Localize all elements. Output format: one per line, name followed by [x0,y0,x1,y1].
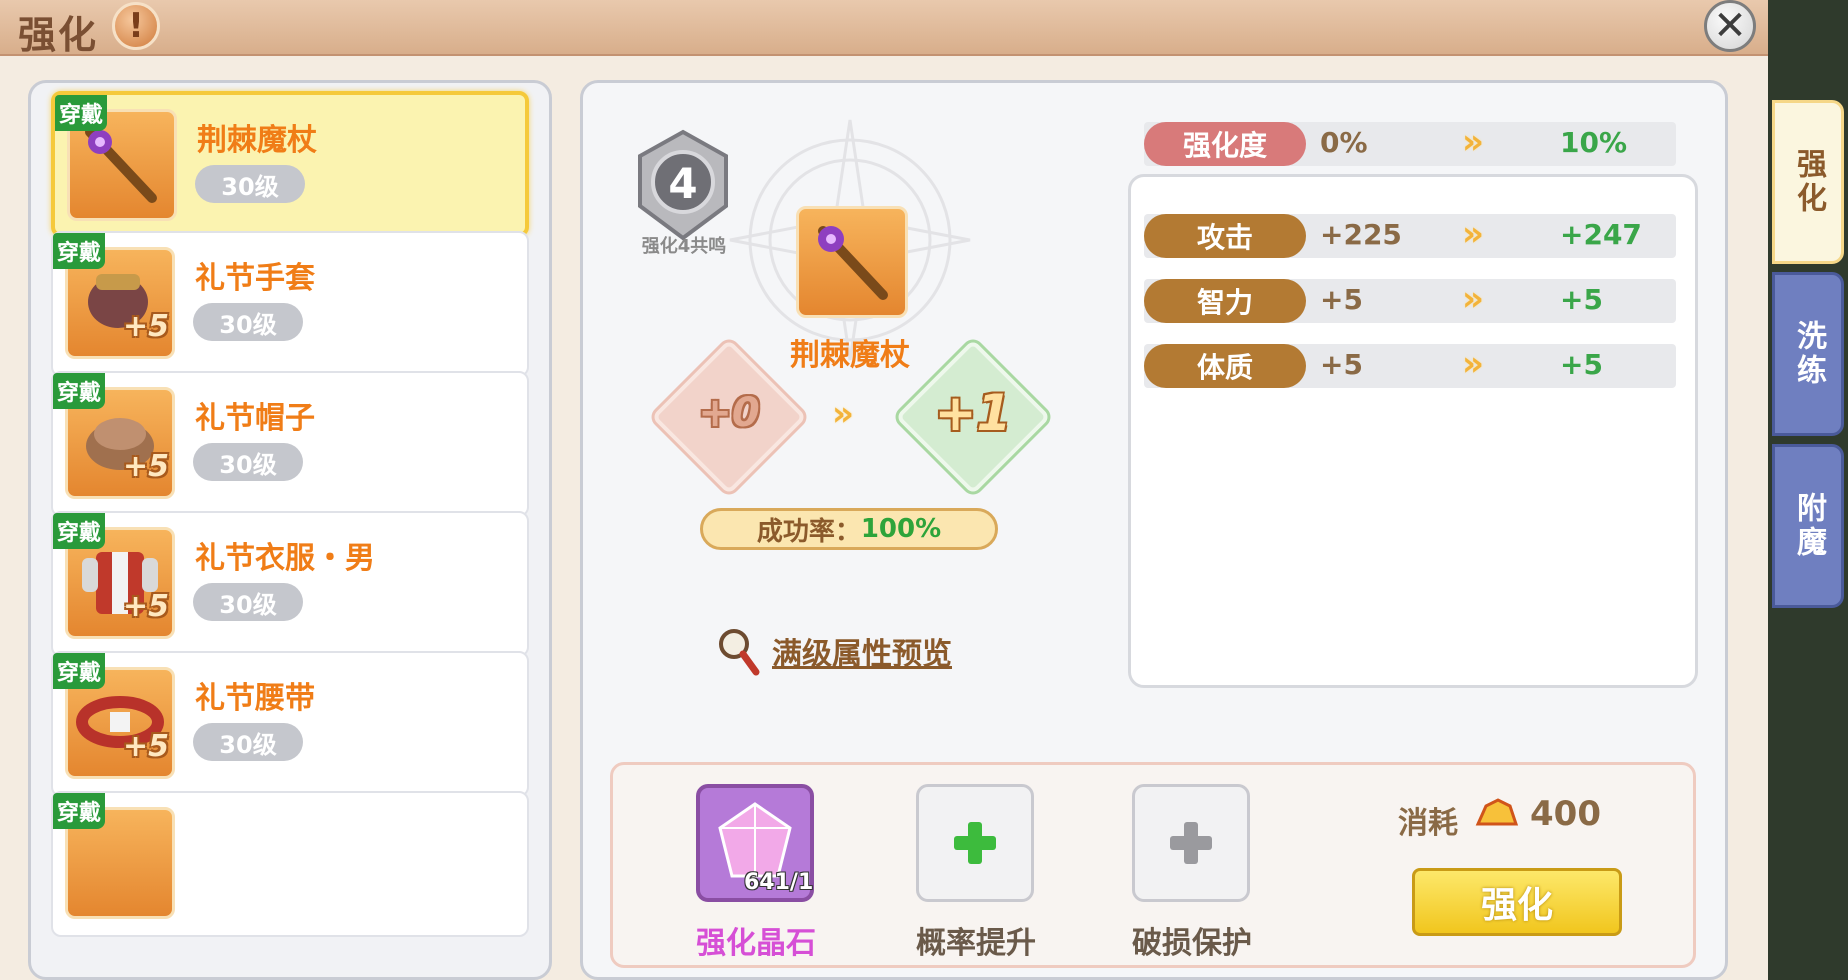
item-name: 荆棘魔杖 [197,123,317,158]
stat-current: +5 [1320,283,1363,316]
cost-value: 400 [1530,794,1601,834]
protect-caption: 破损保护 [1132,926,1252,961]
item-level: 30级 [193,303,303,341]
next-enhance-level: +1 [934,384,1012,442]
window-title: 强化 [18,13,99,57]
success-rate-value: 100% [860,514,942,544]
list-item[interactable]: 穿戴 +5 礼节衣服・男 30级 [51,511,529,657]
equipped-tag: 穿戴 [53,233,106,269]
rate-up-slot[interactable] [916,784,1034,902]
list-item[interactable]: 穿戴 荆棘魔杖 30级 [51,91,529,237]
resonance-label: 强化4共鸣 [641,236,727,257]
tab-enchant[interactable]: 附魔 [1772,444,1844,608]
enhance-window: 强化 ! ✕ 穿戴 荆棘魔杖 30级 穿戴 +5 礼节手套 30级 穿戴 +5 … [0,0,1768,980]
protect-slot[interactable] [1132,784,1250,902]
current-enhance-level: +0 [698,390,760,436]
item-name: 礼节手套 [195,261,315,296]
plus-icon [1170,822,1212,864]
equipped-tag: 穿戴 [53,653,106,689]
gold-icon [1475,798,1519,826]
double-arrow-icon: » [1462,122,1484,162]
close-button[interactable]: ✕ [1704,0,1756,52]
stat-next: +5 [1560,283,1603,316]
equipment-list[interactable]: 穿戴 荆棘魔杖 30级 穿戴 +5 礼节手套 30级 穿戴 +5 礼节帽子 30… [28,80,552,980]
double-arrow-icon: » [1462,279,1484,319]
enhance-level-badge: +5 [123,589,170,624]
success-rate-label: 成功率： [756,516,861,547]
enhance-button[interactable]: 强化 [1412,868,1622,936]
rate-up-caption: 概率提升 [916,926,1036,961]
enhance-level-badge: +5 [123,729,170,764]
list-item[interactable]: 穿戴 +5 礼节帽子 30级 [51,371,529,517]
list-item[interactable]: 穿戴 +5 礼节手套 30级 [51,231,529,377]
plus-icon [954,822,996,864]
cost-label: 消耗 [1398,806,1458,841]
tab-enhance[interactable]: 强化 [1772,100,1844,264]
item-level: 30级 [193,723,303,761]
staff-icon [818,226,888,300]
stat-current: +225 [1320,218,1402,251]
list-item[interactable]: 穿戴 [51,791,529,937]
enhance-degree-current: 0% [1320,126,1368,159]
equipped-tag: 穿戴 [53,373,106,409]
enhance-level-badge: +5 [123,309,170,344]
stat-label: 智力 [1144,279,1306,323]
success-rate: 成功率： 100% [700,508,998,550]
crystal-caption: 强化晶石 [696,926,816,961]
equipped-tag: 穿戴 [55,95,108,131]
item-name: 礼节腰带 [195,681,315,716]
item-level: 30级 [193,443,303,481]
max-level-preview-link[interactable]: 满级属性预览 [716,626,952,676]
stat-label: 攻击 [1144,214,1306,258]
preview-label: 满级属性预览 [772,637,952,672]
enhance-level-badge: +5 [123,449,170,484]
item-level: 30级 [195,165,305,203]
resonance-number: 4 [668,159,697,208]
enhance-degree-next: 10% [1560,126,1628,159]
double-arrow-icon: » [1462,344,1484,384]
double-arrow-icon: » [832,394,854,434]
title-bar: 强化 ! ✕ [0,0,1768,57]
selected-item-name: 荆棘魔杖 [790,338,910,373]
double-arrow-icon: » [1462,214,1484,254]
item-name: 礼节帽子 [195,401,315,436]
list-item[interactable]: 穿戴 +5 礼节腰带 30级 [51,651,529,797]
equipped-tag: 穿戴 [53,513,106,549]
item-level: 30级 [193,583,303,621]
stat-current: +5 [1320,348,1363,381]
stat-next: +5 [1560,348,1603,381]
enhance-degree-label: 强化度 [1144,122,1306,166]
crystal-count: 641/1 [744,870,814,895]
info-icon[interactable]: ! [112,2,160,50]
stat-label: 体质 [1144,344,1306,388]
tab-refine[interactable]: 洗练 [1772,272,1844,436]
item-name: 礼节衣服・男 [195,541,375,576]
magnifier-icon [719,629,760,676]
selected-item-icon[interactable] [796,206,908,318]
equipped-tag: 穿戴 [53,793,106,829]
stat-next: +247 [1560,218,1642,251]
